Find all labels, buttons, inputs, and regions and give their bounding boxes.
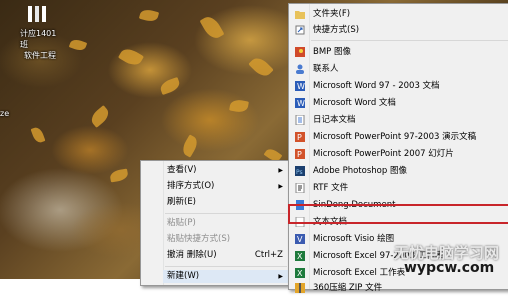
menu-item-new[interactable]: 新建(W) ▶ — [163, 270, 289, 283]
new-journal-document[interactable]: 日记本文档 — [289, 112, 508, 128]
svg-text:V: V — [297, 235, 303, 244]
powerpoint-97-icon: P — [295, 132, 305, 142]
desktop-icon-label: 计应1401班 软件工程 — [20, 29, 57, 60]
svg-text:X: X — [297, 269, 303, 278]
zip-icon — [295, 283, 305, 293]
submenu-arrow-icon: ▶ — [278, 167, 283, 174]
svg-text:P: P — [297, 133, 302, 142]
photoshop-icon: Ps — [295, 166, 305, 176]
bmp-image-icon — [295, 47, 305, 57]
new-rtf-file[interactable]: RTF 文件 — [289, 180, 508, 196]
highlight-box — [288, 204, 508, 224]
excel-97-icon: X — [295, 251, 305, 261]
new-word-97-document[interactable]: W Microsoft Word 97 - 2003 文档 — [289, 78, 508, 94]
menu-item-paste-shortcut[interactable]: 粘贴快捷方式(S) — [163, 233, 289, 246]
svg-text:W: W — [297, 82, 305, 91]
new-zip-archive[interactable]: 360压缩 ZIP 文件 — [289, 280, 508, 296]
submenu-arrow-icon: ▶ — [278, 273, 283, 280]
svg-text:W: W — [297, 99, 305, 108]
new-word-document[interactable]: W Microsoft Word 文档 — [289, 95, 508, 111]
menu-item-sort-by[interactable]: 排序方式(O) ▶ — [163, 180, 289, 193]
watermark-url: wypcw.com — [404, 260, 495, 276]
folder-icon — [295, 11, 305, 19]
submenu-arrow-icon: ▶ — [278, 183, 283, 190]
left-edge-label: ze — [0, 109, 10, 118]
new-shortcut[interactable]: 快捷方式(S) — [289, 22, 508, 38]
folder-icon — [26, 4, 52, 24]
desktop-context-menu: 查看(V) ▶ 排序方式(O) ▶ 刷新(E) 粘贴(P) 粘贴快捷方式(S) 撤消… — [140, 160, 290, 286]
rtf-icon — [295, 183, 305, 193]
svg-text:Ps: Ps — [296, 169, 303, 176]
powerpoint-2007-icon: P — [295, 149, 305, 159]
contact-icon — [296, 64, 304, 74]
visio-icon: V — [295, 234, 305, 244]
menu-item-view[interactable]: 查看(V) ▶ — [163, 164, 289, 177]
svg-text:X: X — [297, 252, 303, 261]
word-icon: W — [295, 98, 305, 108]
excel-icon: X — [295, 268, 305, 278]
new-powerpoint-97-presentation[interactable]: P Microsoft PowerPoint 97-2003 演示文稿 — [289, 129, 508, 145]
menu-item-paste[interactable]: 粘贴(P) — [163, 217, 289, 230]
menu-item-refresh[interactable]: 刷新(E) — [163, 196, 289, 209]
desktop-folder-shortcut[interactable]: 计应1401班 软件工程 — [14, 0, 64, 60]
new-photoshop-image[interactable]: Ps Adobe Photoshop 图像 — [289, 163, 508, 179]
journal-icon — [295, 115, 305, 125]
word-97-icon: W — [295, 81, 305, 91]
new-folder[interactable]: 文件夹(F) — [289, 6, 508, 22]
new-contact[interactable]: 联系人 — [289, 61, 508, 77]
shortcut-icon — [295, 25, 305, 35]
new-powerpoint-2007-slide[interactable]: P Microsoft PowerPoint 2007 幻灯片 — [289, 146, 508, 162]
menu-item-undo-delete[interactable]: 撤消 删除(U) Ctrl+Z — [163, 249, 289, 262]
new-bmp-image[interactable]: BMP 图像 — [289, 44, 508, 60]
svg-text:P: P — [297, 150, 302, 159]
